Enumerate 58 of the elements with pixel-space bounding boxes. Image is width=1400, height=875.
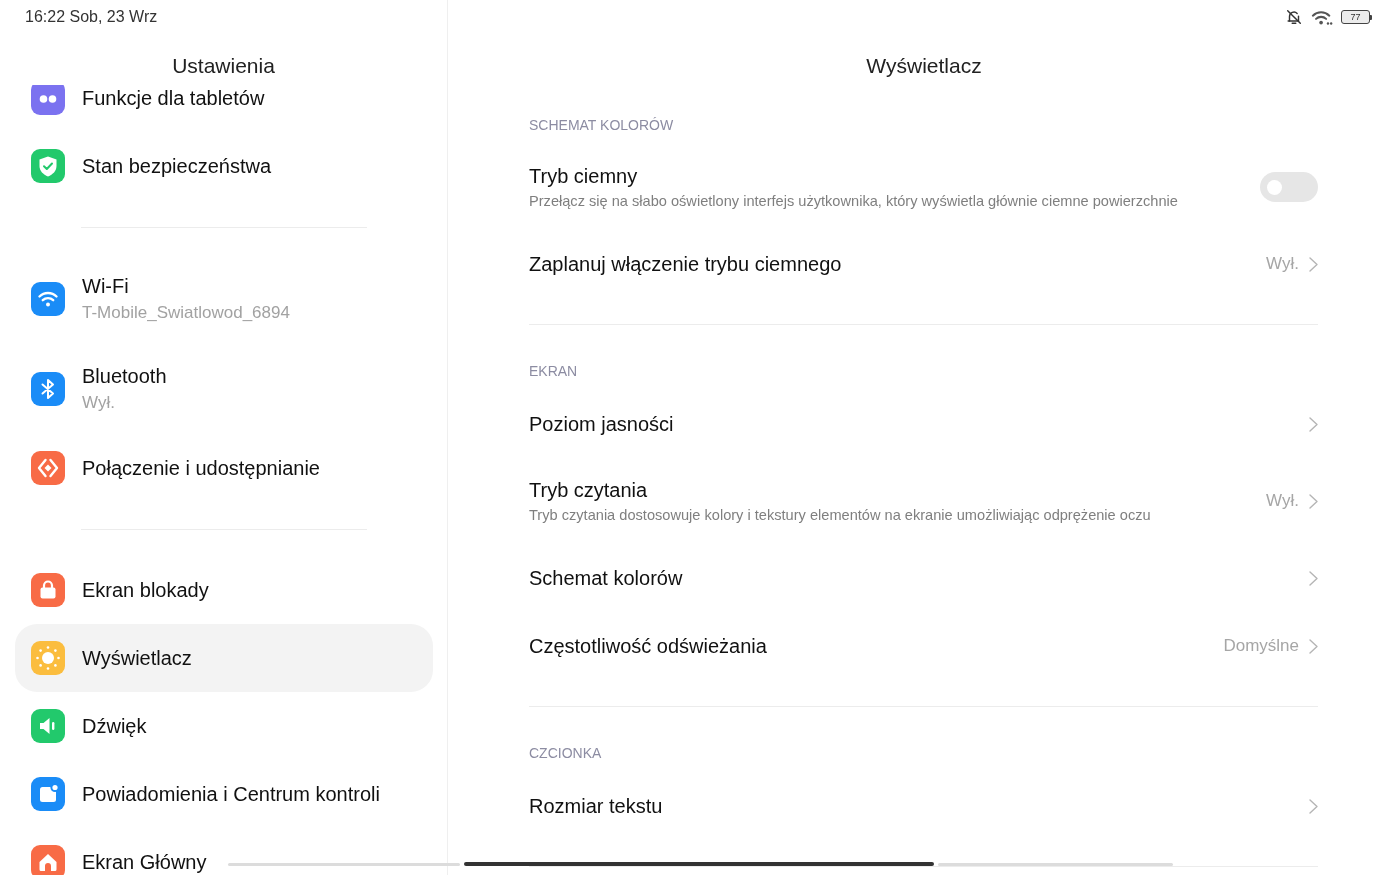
sidebar-item-subtitle: T-Mobile_Swiatlowod_6894 [82, 302, 290, 324]
chevron-right-icon [1309, 416, 1318, 432]
sidebar-item-label: Bluetooth [82, 364, 167, 388]
sidebar-item-label: Funkcje dla tabletów [82, 86, 265, 110]
gesture-handle[interactable] [464, 862, 934, 866]
settings-row-value: Domyślne [1223, 635, 1299, 657]
settings-row-title: Rozmiar tekstu [529, 794, 663, 818]
chevron-right-icon [1309, 493, 1318, 509]
settings-row[interactable]: Tryb czytania Tryb czytania dostosowuje kolory i tekstury elementów na ekranie umożliwiając odprężenie oczu Wył. [529, 458, 1318, 544]
page-title: Wyświetlacz [866, 53, 982, 79]
sidebar-item[interactable]: Wyświetlacz [15, 624, 433, 692]
wifi-icon [1311, 8, 1333, 26]
sidebar-item[interactable]: Połączenie i udostępnianie [15, 434, 433, 502]
sidebar-item-label: Dźwięk [82, 714, 147, 738]
sidebar-item-label: Ekran blokady [82, 578, 209, 602]
settings-row[interactable]: Schemat kolorów [529, 544, 1318, 612]
sidebar-item[interactable]: Wi-Fi T-Mobile_Swiatlowod_6894 [15, 254, 433, 344]
toggle-switch[interactable] [1260, 172, 1318, 202]
settings-row-title: Schemat kolorów [529, 566, 683, 590]
sidebar-item[interactable]: Ekran Główny [15, 828, 433, 875]
sidebar-item[interactable]: Dźwięk [15, 692, 433, 760]
sidebar-item-label: Stan bezpieczeństwa [82, 154, 271, 178]
settings-row[interactable]: Tryb ciemny Przełącz się na słabo oświetlony interfejs użytkownika, który wyświetla głównie ciemne powierzchnie [529, 144, 1318, 230]
settings-row-title: Poziom jasności [529, 412, 674, 436]
settings-row-title: Tryb ciemny [529, 163, 638, 188]
sidebar-item-label: Połączenie i udostępnianie [82, 456, 320, 480]
sidebar-item-label: Powiadomienia i Centrum kontroli [82, 782, 380, 806]
status-time: 16:22 Sob, 23 Wrz [25, 7, 158, 27]
section-label: EKRAN [529, 362, 579, 381]
sidebar-item[interactable]: Funkcje dla tabletów [15, 85, 433, 132]
settings-row-description: Tryb czytania dostosowuje kolory i tekstury elementów na ekranie umożliwiając odprężenie oczu [529, 505, 1151, 525]
settings-row[interactable]: Zaplanuj włączenie trybu ciemnego Wył. [529, 230, 1318, 298]
sidebar-item-label: Wi-Fi [82, 274, 129, 298]
settings-row[interactable]: Rozmiar tekstu [529, 772, 1318, 840]
settings-row[interactable]: Częstotliwość odświeżania Domyślne [529, 612, 1318, 680]
settings-row-value: Wył. [1266, 253, 1299, 275]
settings-row-value: Wył. [1266, 490, 1299, 512]
sidebar-item[interactable]: Powiadomienia i Centrum kontroli [15, 760, 433, 828]
settings-row-title: Zaplanuj włączenie trybu ciemnego [529, 252, 842, 276]
chevron-right-icon [1309, 570, 1318, 586]
sidebar-item[interactable]: Bluetooth Wył. [15, 344, 433, 434]
battery-percentage: 77 [1350, 12, 1361, 22]
sidebar-item[interactable]: Stan bezpieczeństwa [15, 132, 433, 200]
settings-row-title: Tryb czytania [529, 477, 648, 502]
chevron-right-icon [1309, 256, 1318, 272]
section-label: CZCIONKA [529, 744, 603, 763]
section-label: SCHEMAT KOLORÓW [529, 116, 675, 135]
chevron-right-icon [1309, 798, 1318, 814]
page-title: Ustawienia [172, 53, 275, 79]
sidebar-item-label: Wyświetlacz [82, 646, 192, 670]
settings-row-description: Przełącz się na słabo oświetlony interfejs użytkownika, który wyświetla głównie ciemne powierzchnie [529, 191, 1178, 211]
settings-row[interactable]: Poziom jasności [529, 390, 1318, 458]
settings-row-title: Częstotliwość odświeżania [529, 634, 767, 658]
bell-slash-icon [1285, 8, 1303, 26]
sidebar-item-subtitle: Wył. [82, 392, 115, 414]
chevron-right-icon [1309, 638, 1318, 654]
sidebar-item-label: Ekran Główny [82, 850, 207, 874]
sidebar-item[interactable]: Ekran blokady [15, 556, 433, 624]
